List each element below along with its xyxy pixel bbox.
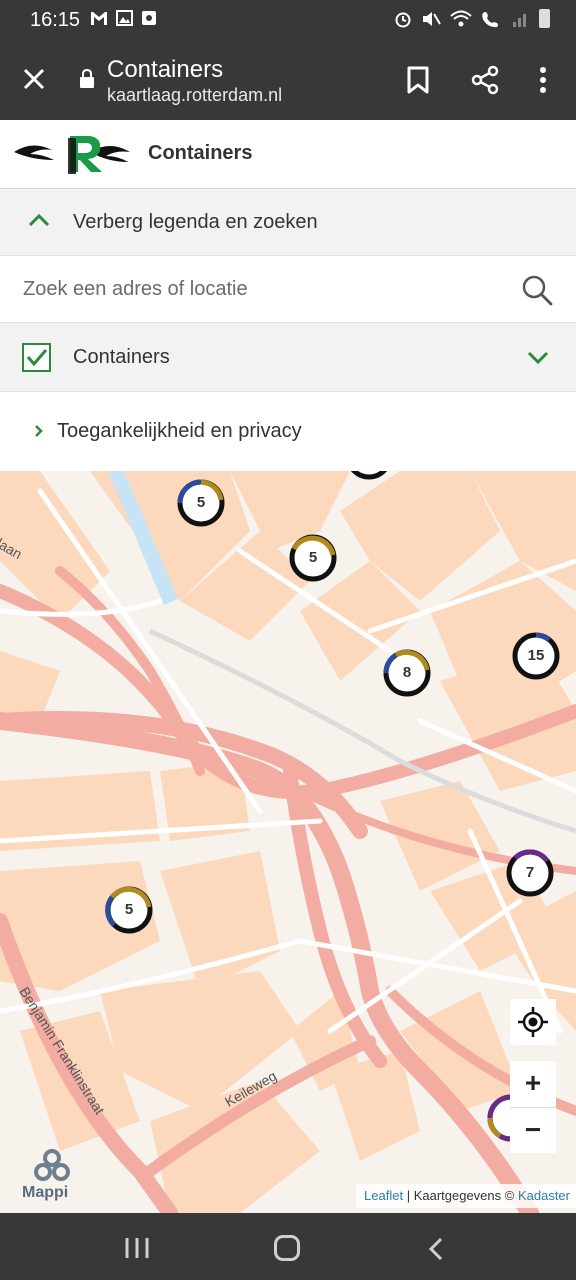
alarm-icon: [395, 12, 411, 27]
browser-toolbar: Containers kaartlaag.rotterdam.nl: [0, 40, 576, 120]
cluster-marker[interactable]: [344, 471, 394, 481]
signal-icon: [513, 13, 526, 27]
zoom-in-button[interactable]: +: [510, 1061, 556, 1107]
chevron-up-icon: [28, 213, 50, 227]
leaflet-link[interactable]: Leaflet: [364, 1188, 403, 1203]
gallery-icon: [116, 10, 133, 26]
close-icon[interactable]: [21, 66, 47, 92]
map[interactable]: laan Benjamin Franklinstraat Keileweg 5 …: [0, 471, 576, 1213]
cluster-marker[interactable]: 5: [176, 478, 226, 528]
mappi-icon: [34, 1149, 70, 1181]
zoom-control: + −: [510, 1061, 556, 1153]
status-bar: 16:15: [0, 0, 576, 40]
bookmark-icon[interactable]: [406, 66, 430, 94]
search-input[interactable]: [0, 256, 500, 322]
cluster-count: 5: [308, 549, 318, 566]
layer-label: Containers: [73, 346, 170, 368]
mappi-label: Mappi: [22, 1184, 69, 1201]
battery-icon: [539, 9, 550, 28]
toggle-legend-label: Verberg legenda en zoeken: [73, 211, 318, 233]
checkmark-icon: [26, 349, 48, 367]
page-url[interactable]: kaartlaag.rotterdam.nl: [107, 85, 282, 106]
mappi-logo[interactable]: Mappi: [22, 1148, 82, 1204]
rotterdam-logo: [14, 136, 130, 174]
toggle-legend-button[interactable]: Verberg legenda en zoeken: [0, 189, 576, 256]
cluster-marker[interactable]: 5: [288, 533, 338, 583]
attribution-text: | Kaartgegevens ©: [403, 1188, 518, 1203]
mute-icon: [423, 11, 441, 26]
cluster-marker[interactable]: 5: [104, 885, 154, 935]
accessibility-label: Toegankelijkheid en privacy: [57, 420, 302, 442]
share-icon[interactable]: [470, 65, 500, 95]
recents-icon[interactable]: [124, 1237, 150, 1259]
more-options-icon[interactable]: [538, 67, 548, 93]
cluster-marker[interactable]: 8: [382, 648, 432, 698]
back-icon[interactable]: [428, 1237, 444, 1261]
kadaster-link[interactable]: Kadaster: [518, 1188, 570, 1203]
gmail-icon: [91, 12, 107, 25]
search-bar: [0, 256, 576, 323]
app-icon: [142, 11, 156, 25]
locate-button[interactable]: [510, 999, 556, 1045]
lock-icon: [80, 69, 94, 88]
chevron-down-icon[interactable]: [527, 351, 549, 365]
system-navbar: [0, 1213, 576, 1280]
chevron-right-icon: [35, 425, 43, 437]
cluster-count: 5: [196, 494, 206, 511]
cluster-marker[interactable]: 7: [505, 848, 555, 898]
layer-containers[interactable]: Containers: [0, 323, 576, 392]
map-attribution: Leaflet | Kaartgegevens © Kadaster: [356, 1184, 576, 1208]
cluster-count: 8: [402, 664, 412, 681]
zoom-out-button[interactable]: −: [510, 1107, 556, 1153]
page-title[interactable]: Containers: [107, 56, 223, 84]
clock: 16:15: [30, 9, 81, 31]
wifi-call-icon: [482, 11, 498, 27]
search-icon[interactable]: [520, 273, 554, 307]
crosshair-icon: [518, 1007, 548, 1037]
app-title: Containers: [148, 142, 253, 164]
cluster-count: 5: [124, 901, 134, 918]
accessibility-privacy-link[interactable]: Toegankelijkheid en privacy: [0, 392, 576, 471]
cluster-count: 15: [527, 647, 545, 664]
app-header: Containers: [0, 120, 576, 189]
layer-checkbox[interactable]: [22, 343, 51, 372]
home-icon[interactable]: [274, 1235, 300, 1261]
wifi-icon: [450, 10, 472, 26]
cluster-count: 7: [525, 864, 535, 881]
cluster-marker[interactable]: 15: [511, 631, 561, 681]
